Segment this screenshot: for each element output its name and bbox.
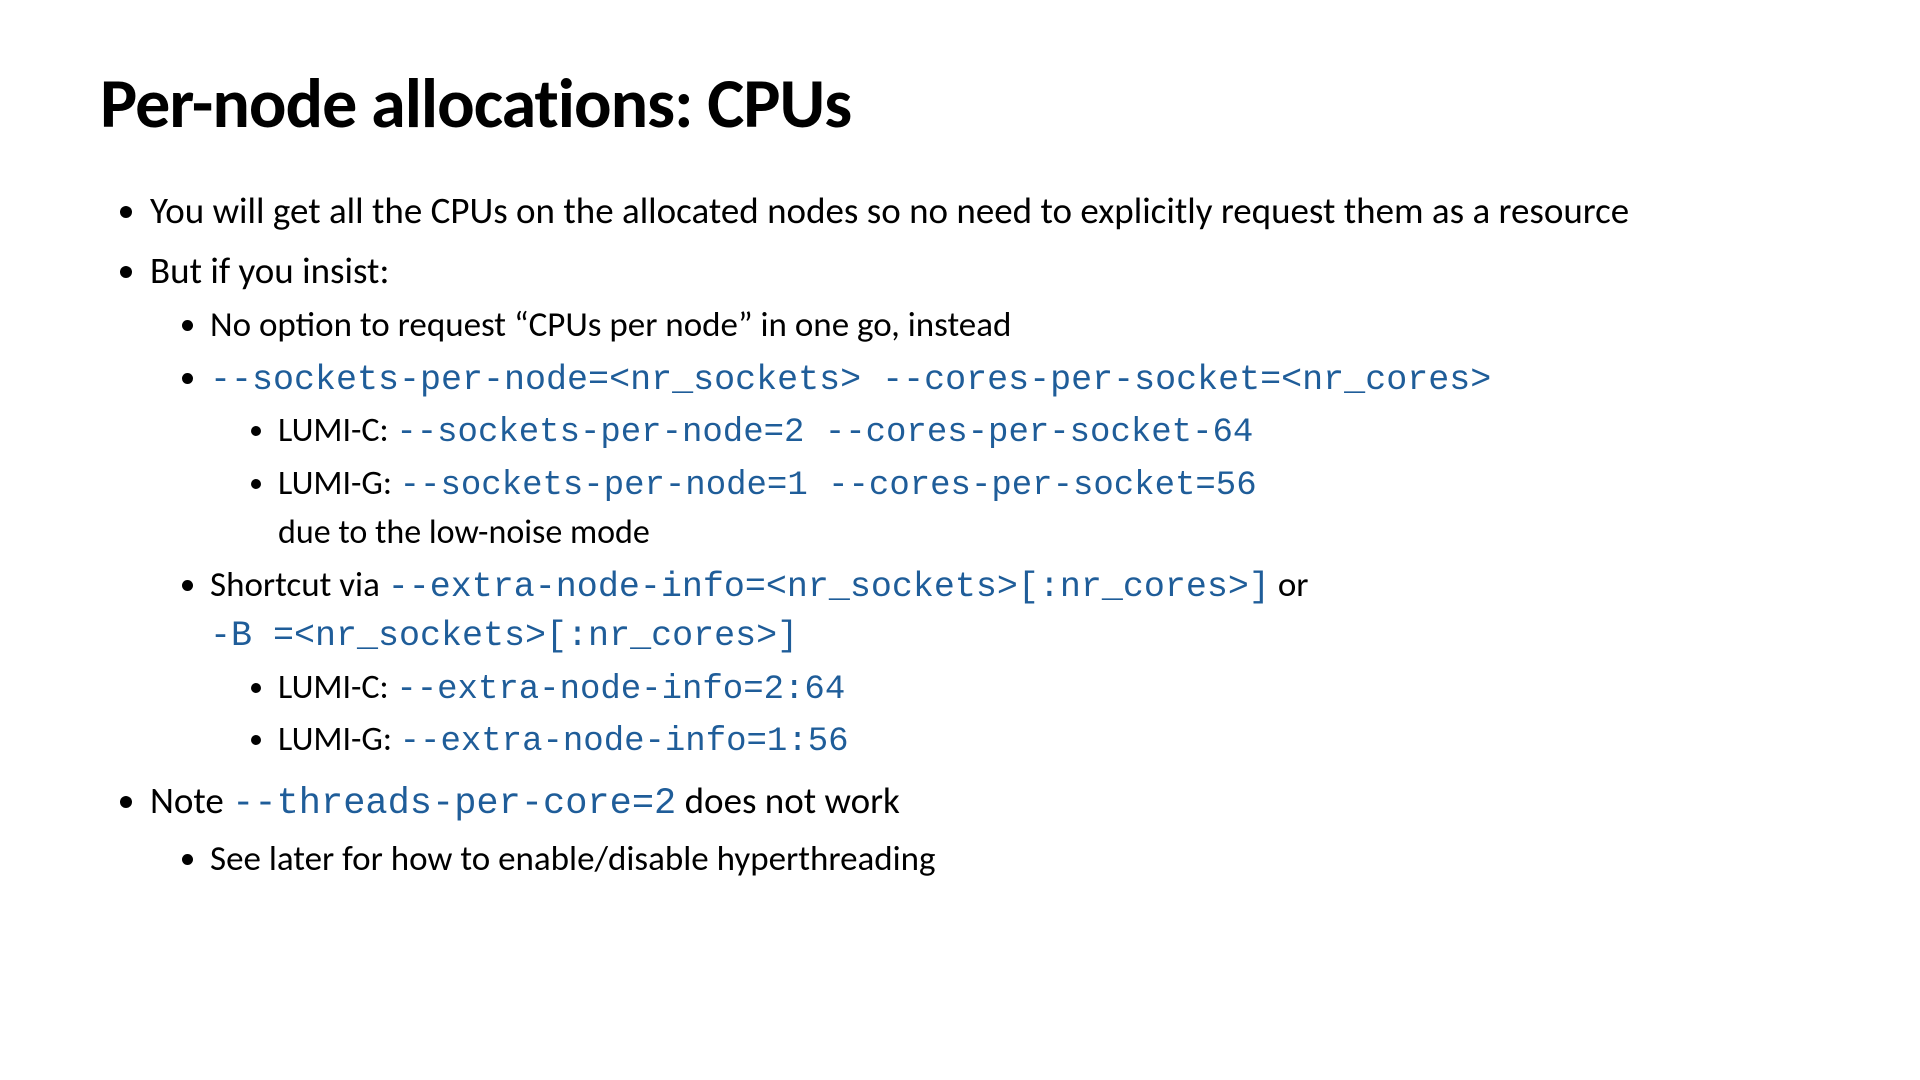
slide: Per-node allocations: CPUs You will get …	[0, 0, 1920, 1080]
bullet-2-text: But if you insist:	[150, 248, 389, 293]
bullet-2-3-b-label: LUMI-G:	[278, 719, 400, 760]
bullet-2-sublist: No option to request “CPUs per node” in …	[150, 302, 1820, 766]
bullet-2-3-code1: --extra-node-info=<nr_sockets>[:nr_cores…	[388, 567, 1270, 607]
bullet-2-3-a-label: LUMI-C:	[278, 667, 396, 708]
bullet-2-2-a: LUMI-C: --sockets-per-node=2 --cores-per…	[278, 408, 1820, 457]
bullet-2-1: No option to request “CPUs per node” in …	[210, 302, 1820, 349]
bullet-2-2-b: LUMI-G: --sockets-per-node=1 --cores-per…	[278, 461, 1820, 556]
bullet-2-3-b: LUMI-G: --extra-node-info=1:56	[278, 717, 1820, 766]
bullet-3-code: --threads-per-core=2	[232, 783, 676, 825]
bullet-3-pre: Note	[150, 778, 232, 823]
bullet-2-2-b-label: LUMI-G:	[278, 463, 400, 504]
bullet-3-1: See later for how to enable/disable hype…	[210, 836, 1820, 883]
slide-title: Per-node allocations: CPUs	[100, 60, 1820, 146]
bullet-2-3-code2: -B =<nr_sockets>[:nr_cores>]	[210, 616, 798, 656]
bullet-2-2-code: --sockets-per-node=<nr_sockets> --cores-…	[210, 360, 1491, 400]
bullet-2-2-a-code: --sockets-per-node=2 --cores-per-socket-…	[396, 414, 1253, 452]
bullet-2-2: --sockets-per-node=<nr_sockets> --cores-…	[210, 355, 1820, 556]
bullet-2-2-b-code: --sockets-per-node=1 --cores-per-socket=…	[400, 467, 1257, 505]
bullet-2-2-b-tail: due to the low-noise mode	[278, 512, 650, 553]
bullet-2-3-a-code: --extra-node-info=2:64	[396, 671, 845, 709]
bullet-2-2-a-label: LUMI-C:	[278, 410, 396, 451]
bullet-2-3-b-code: --extra-node-info=1:56	[400, 723, 849, 761]
bullet-1: You will get all the CPUs on the allocat…	[150, 186, 1820, 236]
bullet-2-3-mid: or	[1270, 564, 1309, 606]
bullet-2: But if you insist: No option to request …	[150, 246, 1820, 766]
bullet-list: You will get all the CPUs on the allocat…	[100, 186, 1820, 884]
bullet-2-3-a: LUMI-C: --extra-node-info=2:64	[278, 665, 1820, 714]
bullet-2-3: Shortcut via --extra-node-info=<nr_socke…	[210, 562, 1820, 766]
bullet-3: Note --threads-per-core=2 does not work …	[150, 776, 1820, 883]
bullet-3-sublist: See later for how to enable/disable hype…	[150, 836, 1820, 883]
bullet-2-3-sublist: LUMI-C: --extra-node-info=2:64 LUMI-G: -…	[210, 665, 1820, 767]
bullet-2-2-sublist: LUMI-C: --sockets-per-node=2 --cores-per…	[210, 408, 1820, 556]
bullet-2-3-pre: Shortcut via	[210, 564, 388, 606]
bullet-3-post: does not work	[676, 778, 900, 823]
